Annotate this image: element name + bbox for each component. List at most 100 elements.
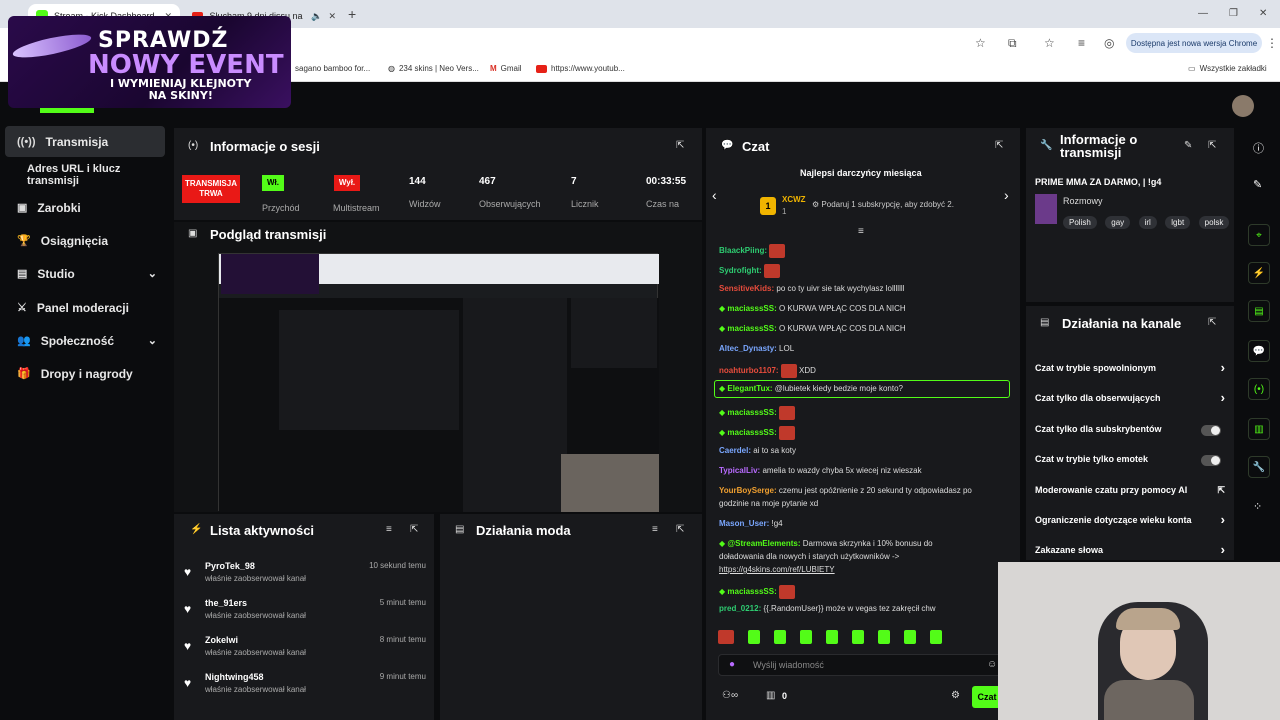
chat-username[interactable]: Altec_Dynasty: [719,344,777,353]
bookmark-item[interactable]: sagano bamboo for... [282,64,370,73]
chat-username[interactable]: pred_0212: [719,604,761,613]
activity-user[interactable]: the_91ers [205,598,247,608]
category-name[interactable]: Rozmowy [1063,196,1103,206]
pencil-icon[interactable]: ✎ [1253,178,1262,191]
bookmark-item[interactable]: M Gmail [490,64,522,73]
filter-icon[interactable]: ≡ [652,524,658,535]
broadcast-icon[interactable]: (•) [1248,378,1270,400]
apps-icon[interactable]: ⁘ [1253,500,1262,513]
chat-input[interactable]: ● Wyślij wiadomość ☺ [718,654,1002,676]
chevron-left-icon[interactable]: ‹ [712,187,717,203]
popout-icon[interactable]: ⇱ [410,524,418,535]
popout-icon[interactable]: ⇱ [676,140,684,151]
document-icon[interactable]: ▤ [1248,300,1270,322]
stream-preview-video[interactable] [218,253,659,512]
chat-username[interactable]: @StreamElements: [727,539,800,548]
emote-icon[interactable] [826,630,838,644]
popout-icon[interactable]: ⇱ [1208,317,1216,328]
chat-username[interactable]: SensitiveKids: [719,284,774,293]
emote-icon[interactable] [930,630,942,644]
minimize-icon[interactable]: — [1198,8,1208,19]
popout-icon[interactable]: ⇱ [1208,140,1216,151]
bookmarks-icon[interactable]: ☆ [1044,36,1055,50]
extensions-icon[interactable]: ⧉ [1008,36,1017,51]
menu-icon[interactable]: ⋮ [1266,36,1278,50]
sidebar-item-osiagniecia[interactable]: 🏆 Osiągnięcia [5,225,165,256]
chrome-update-button[interactable]: Dostępna jest nowa wersja Chrome [1126,33,1262,53]
revenue-status-badge[interactable]: Wł. [262,175,284,191]
chat-icon[interactable]: 💬 [1248,340,1270,362]
window-close-icon[interactable]: ✕ [1259,8,1267,19]
sidebar-item-spolecznosc[interactable]: 👥 Społeczność ⌄ [5,325,165,356]
chat-username[interactable]: BlaackPiing: [719,246,767,255]
account-age-row[interactable]: Ograniczenie dotyczące wieku konta › [1035,512,1225,535]
emote-icon[interactable] [878,630,890,644]
tag[interactable]: Polish [1063,216,1097,229]
user-avatar[interactable] [1232,95,1254,117]
chat-username[interactable]: Caerdel: [719,446,751,455]
collapse-icon[interactable]: ≡ [858,226,864,237]
emote-icon[interactable] [774,630,786,644]
restore-icon[interactable]: ❐ [1229,8,1238,19]
followers-only-row[interactable]: Czat tylko dla obserwujących › [1035,390,1225,413]
activity-user[interactable]: Zokelwi [205,635,238,645]
media-icon[interactable]: ≡ [1078,36,1085,50]
tag[interactable]: lgbt [1165,216,1191,229]
chat-username[interactable]: YourBoySerge: [719,486,777,495]
wrench-icon[interactable]: 🔧 [1248,456,1270,478]
sidebar-item-stream-key[interactable]: Adres URL i klucz transmisji [5,159,175,190]
donor-name[interactable]: XCWZ [782,195,806,204]
all-bookmarks[interactable]: ▭ Wszystkie zakładki [1188,64,1267,73]
chat-username[interactable]: maciasssSS: [727,408,776,417]
emote-icon[interactable] [748,630,760,644]
sidebar-item-transmisja[interactable]: ((•)) Transmisja [5,126,165,157]
sidebar-item-dropy[interactable]: 🎁 Dropy i nagrody [5,358,165,389]
sidebar-item-studio[interactable]: ▤ Studio ⌄ [5,258,165,289]
activity-user[interactable]: PyroTek_98 [205,561,255,571]
activity-item: ♥ Nightwing458 właśnie zaobserwował kana… [182,672,430,706]
tag[interactable]: gay [1105,216,1131,229]
ai-moderation-row[interactable]: Moderowanie czatu przy pomocy AI ⇱ [1035,485,1225,505]
emote-only-toggle[interactable] [1201,455,1221,466]
edit-icon[interactable]: ✎ [1184,140,1192,151]
users-icon[interactable]: ⚇∞ [722,690,738,701]
bookmark-item[interactable]: ◍ 234 skins | Neo Vers... [388,64,479,73]
chevron-right-icon[interactable]: › [1004,187,1009,203]
slow-mode-row[interactable]: Czat w trybie spowolnionym › [1035,360,1225,383]
chat-username[interactable]: maciasssSS: [727,428,776,437]
info-icon[interactable]: ⓘ [1253,140,1264,156]
chat-username[interactable]: Mason_User: [719,519,769,528]
chat-username[interactable]: Sydrofight: [719,266,762,275]
target-icon[interactable]: ⌖ [1248,224,1270,246]
tag[interactable]: irl [1138,216,1157,229]
emote-icon[interactable] [904,630,916,644]
settings-icon[interactable]: ⚙ [951,690,960,701]
emote-icon[interactable] [800,630,812,644]
profile-icon[interactable]: ◎ [1104,36,1114,50]
emote-icon[interactable] [852,630,864,644]
subscribers-only-toggle[interactable] [1201,425,1221,436]
lightning-icon[interactable]: ⚡ [1248,262,1270,284]
bookmark-star-icon[interactable]: ☆ [975,36,986,50]
chat-username[interactable]: noahturbo1107: [719,366,779,375]
close-icon[interactable]: ✕ [328,11,336,22]
chat-text[interactable]: https://g4skins.com/ref/LUBIETY [719,565,835,574]
chat-username[interactable]: maciasssSS: [727,587,776,596]
sidebar-item-zarobki[interactable]: ▣ Zarobki [5,192,165,223]
sidebar-item-panel-moderacji[interactable]: ⚔ Panel moderacji [5,292,165,323]
bookmark-item[interactable]: https://www.youtub... [536,64,625,73]
new-tab-icon[interactable]: + [348,6,356,22]
chat-username[interactable]: TypicalLiv: [719,466,760,475]
clipboard-icon[interactable]: ▥ [1248,418,1270,440]
emoji-icon[interactable]: ☺ [987,659,997,670]
popout-icon[interactable]: ⇱ [995,140,1003,151]
activity-user[interactable]: Nightwing458 [205,672,264,682]
gift-prompt[interactable]: ⚙ Podaruj 1 subskrypcję, aby zdobyć 2. [812,200,954,209]
tag[interactable]: polsk [1198,216,1229,229]
multistream-status-badge[interactable]: Wył. [334,175,360,191]
popout-icon[interactable]: ⇱ [676,524,684,535]
emote-icon[interactable] [718,630,734,644]
filter-icon[interactable]: ≡ [386,524,392,535]
chat-username[interactable]: maciasssSS: [727,324,776,333]
chat-username[interactable]: maciasssSS: [727,304,776,313]
